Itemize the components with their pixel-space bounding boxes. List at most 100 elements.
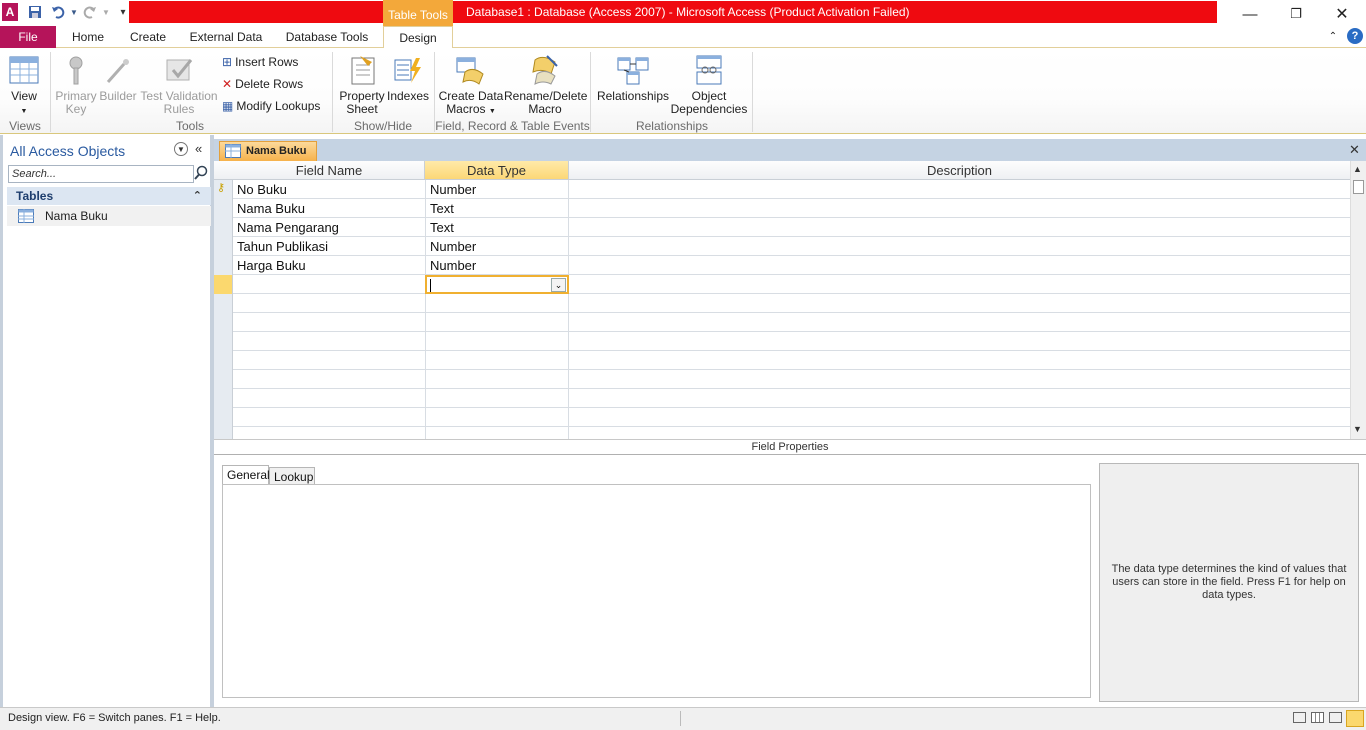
test-validation-rules-button[interactable]: Test Validation Rules <box>139 54 219 116</box>
row-selector[interactable]: ⚷ <box>214 180 233 199</box>
object-dependencies-button[interactable]: Object Dependencies <box>670 54 748 116</box>
datasheet-view-status-icon[interactable] <box>1293 712 1306 723</box>
delete-rows-button[interactable]: ✕ Delete Rows <box>222 75 303 93</box>
data-type-cell[interactable] <box>425 408 569 427</box>
table-row-empty[interactable] <box>214 427 1350 439</box>
row-selector[interactable] <box>214 199 233 218</box>
table-row[interactable]: Nama Pengarang Text <box>214 218 1350 237</box>
create-data-macros-button[interactable]: Create Data Macros ▼ <box>438 54 504 118</box>
restore-icon[interactable]: ❐ <box>1273 0 1319 28</box>
field-name-cell[interactable]: No Buku <box>233 180 425 199</box>
table-row-empty[interactable] <box>214 389 1350 408</box>
row-selector[interactable] <box>214 313 233 332</box>
relationships-button[interactable]: Relationships <box>596 54 670 103</box>
primary-key-button[interactable]: Primary Key <box>55 54 97 116</box>
data-type-cell[interactable]: Number <box>425 180 569 199</box>
undo-dropdown-icon[interactable]: ▼ <box>66 3 82 21</box>
description-cell[interactable] <box>569 275 1350 294</box>
description-cell[interactable] <box>569 256 1350 275</box>
builder-button[interactable]: Builder <box>97 54 139 103</box>
row-selector[interactable] <box>214 237 233 256</box>
scroll-up-icon[interactable]: ▲ <box>1353 164 1362 174</box>
indexes-button[interactable]: Indexes <box>386 54 430 103</box>
data-type-cell[interactable] <box>425 389 569 408</box>
column-header-data-type[interactable]: Data Type <box>425 161 569 180</box>
tab-home[interactable]: Home <box>64 26 112 48</box>
table-row-empty[interactable] <box>214 313 1350 332</box>
data-type-cell[interactable] <box>425 427 569 439</box>
redo-dropdown-icon[interactable]: ▼ <box>98 3 114 21</box>
undo-icon[interactable] <box>50 3 66 21</box>
data-type-cell[interactable] <box>425 351 569 370</box>
row-selector[interactable] <box>214 427 233 439</box>
row-selector[interactable] <box>214 256 233 275</box>
help-icon[interactable]: ? <box>1347 28 1363 44</box>
description-cell[interactable] <box>569 218 1350 237</box>
column-header-description[interactable]: Description <box>569 161 1350 180</box>
column-header-field-name[interactable]: Field Name <box>234 161 425 180</box>
field-name-cell[interactable]: Tahun Publikasi <box>233 237 425 256</box>
view-button[interactable]: View ▼ <box>4 54 44 118</box>
save-icon[interactable] <box>27 3 43 21</box>
grid-vertical-scrollbar[interactable]: ▲ ▼ <box>1350 161 1366 439</box>
design-view-icon[interactable] <box>1346 710 1364 727</box>
tab-design[interactable]: Design <box>383 26 453 49</box>
row-selector-current[interactable] <box>214 275 233 294</box>
row-selector[interactable] <box>214 389 233 408</box>
tab-file[interactable]: File <box>0 26 56 48</box>
table-row-active[interactable]: ⌄ <box>214 275 1350 294</box>
chevron-down-icon[interactable]: ⌄ <box>551 278 566 292</box>
row-selector[interactable] <box>214 351 233 370</box>
table-row[interactable]: ⚷ No Buku Number <box>214 180 1350 199</box>
data-type-cell[interactable]: Text <box>425 218 569 237</box>
row-selector[interactable] <box>214 218 233 237</box>
tab-create[interactable]: Create <box>122 26 174 48</box>
close-icon[interactable]: ✕ <box>1319 0 1365 28</box>
collapse-section-icon[interactable]: ⌃ <box>193 187 202 205</box>
table-row-empty[interactable] <box>214 351 1350 370</box>
close-document-icon[interactable]: ✕ <box>1349 142 1360 158</box>
nav-dropdown-icon[interactable]: ▼ <box>174 142 188 156</box>
field-name-cell[interactable]: Nama Buku <box>233 199 425 218</box>
data-type-cell[interactable]: Number <box>425 237 569 256</box>
insert-rows-button[interactable]: ⊞ Insert Rows <box>222 53 298 71</box>
data-type-cell[interactable] <box>425 313 569 332</box>
row-selector[interactable] <box>214 408 233 427</box>
field-name-cell[interactable]: Nama Pengarang <box>233 218 425 237</box>
data-type-cell[interactable] <box>425 332 569 351</box>
tab-database-tools[interactable]: Database Tools <box>280 26 374 48</box>
nav-item-nama-buku[interactable]: Nama Buku <box>7 206 211 226</box>
row-selector[interactable] <box>214 370 233 389</box>
table-row-empty[interactable] <box>214 408 1350 427</box>
table-row-empty[interactable] <box>214 370 1350 389</box>
data-type-combobox[interactable]: ⌄ <box>425 275 569 294</box>
data-type-cell[interactable] <box>425 370 569 389</box>
description-cell[interactable] <box>569 180 1350 199</box>
nav-pane-header[interactable]: All Access Objects ▼ « <box>6 141 210 161</box>
field-name-cell[interactable]: Harga Buku <box>233 256 425 275</box>
table-row-empty[interactable] <box>214 332 1350 351</box>
nav-section-tables[interactable]: Tables ⌃ <box>7 187 211 205</box>
minimize-icon[interactable]: — <box>1227 0 1273 28</box>
rename-delete-macro-button[interactable]: Rename/Delete Macro <box>504 54 587 116</box>
field-name-cell[interactable] <box>233 275 425 294</box>
description-cell[interactable] <box>569 199 1350 218</box>
pivot-table-view-icon[interactable] <box>1311 712 1324 723</box>
tab-external-data[interactable]: External Data <box>184 26 268 48</box>
data-type-cell[interactable]: Number <box>425 256 569 275</box>
shutter-bar-icon[interactable]: « <box>195 141 202 156</box>
row-selector[interactable] <box>214 294 233 313</box>
scroll-thumb[interactable] <box>1353 180 1364 194</box>
property-sheet-button[interactable]: Property Sheet <box>338 54 386 116</box>
modify-lookups-button[interactable]: ▦ Modify Lookups <box>222 97 320 115</box>
document-tab-nama-buku[interactable]: Nama Buku <box>219 141 317 161</box>
redo-icon[interactable] <box>82 3 98 21</box>
table-row[interactable]: Harga Buku Number <box>214 256 1350 275</box>
pivot-chart-view-icon[interactable] <box>1329 712 1342 723</box>
table-row[interactable]: Nama Buku Text <box>214 199 1350 218</box>
table-row[interactable]: Tahun Publikasi Number <box>214 237 1350 256</box>
minimize-ribbon-icon[interactable]: ⌃ <box>1326 26 1340 48</box>
row-selector[interactable] <box>214 332 233 351</box>
tab-general[interactable]: General <box>222 465 270 485</box>
nav-search-input[interactable]: Search... <box>8 165 194 183</box>
